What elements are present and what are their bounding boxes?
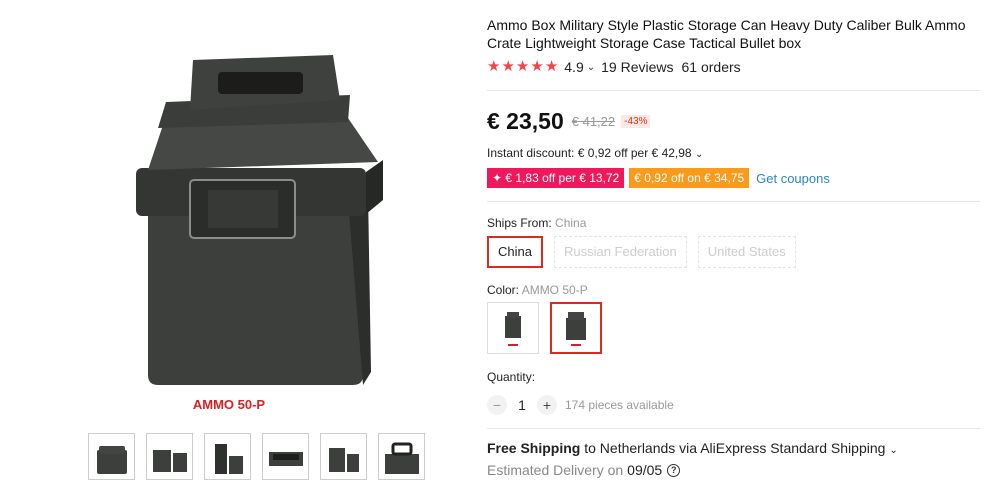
orders-count: 61 orders bbox=[681, 59, 741, 75]
thumbnail[interactable] bbox=[204, 433, 251, 480]
ships-from-option-us[interactable]: United States bbox=[697, 236, 796, 268]
color-options bbox=[487, 302, 602, 354]
color-label: Color: AMMO 50-P bbox=[487, 283, 588, 297]
thumbnail[interactable] bbox=[146, 433, 193, 480]
color-value: AMMO 50-P bbox=[521, 283, 588, 297]
original-price: € 41,22 bbox=[571, 114, 616, 129]
image-gallery: AMMO 50-P bbox=[0, 0, 470, 492]
ships-from-option-russia[interactable]: Russian Federation bbox=[553, 236, 687, 268]
current-price: € 23,50 bbox=[487, 108, 564, 134]
ships-from-option-china[interactable]: China bbox=[487, 236, 543, 268]
coupons-row: ✦ € 1,83 off per € 13,72 € 0,92 off on €… bbox=[487, 168, 830, 188]
thumbnail-strip bbox=[88, 433, 425, 480]
instant-discount[interactable]: Instant discount: € 0,92 off per € 42,98… bbox=[487, 146, 703, 160]
instant-discount-text: Instant discount: € 0,92 off per € 42,98 bbox=[487, 146, 692, 160]
reviews-link[interactable]: 19 Reviews bbox=[601, 59, 673, 75]
color-option-selected[interactable] bbox=[550, 302, 602, 354]
quantity-available: 174 pieces available bbox=[565, 398, 674, 412]
estimated-delivery: Estimated Delivery on 09/05 ? bbox=[487, 462, 681, 478]
color-title: Color: bbox=[487, 283, 520, 297]
coupon-badge[interactable]: ✦ € 1,83 off per € 13,72 bbox=[487, 168, 625, 188]
image-caption: AMMO 50-P bbox=[193, 397, 266, 412]
thumbnail[interactable] bbox=[320, 433, 367, 480]
rating-row: ★ ★ ★ ★ ★ 4.9 ⌄ 19 Reviews 61 orders bbox=[487, 59, 741, 76]
star-icon: ★ bbox=[501, 58, 515, 75]
ammo-box-image: AMMO 50-P bbox=[136, 55, 383, 412]
estimated-delivery-date: 09/05 bbox=[627, 462, 663, 478]
divider bbox=[487, 201, 980, 202]
chevron-down-icon: ⌄ bbox=[889, 445, 898, 456]
main-product-image[interactable]: AMMO 50-P bbox=[78, 0, 448, 425]
ships-from-title: Ships From: bbox=[487, 216, 552, 230]
ships-from-options: China Russian Federation United States bbox=[487, 236, 796, 268]
ships-from-value: China bbox=[555, 216, 587, 230]
thumbnail[interactable] bbox=[378, 433, 425, 480]
coupon-badge[interactable]: € 0,92 off on € 34,75 bbox=[629, 168, 750, 188]
shipping-destination: to Netherlands via AliExpress Standard S… bbox=[580, 440, 886, 456]
chevron-down-icon: ⌄ bbox=[694, 149, 704, 160]
star-icon: ★ bbox=[530, 58, 544, 75]
star-icon: ★ bbox=[487, 58, 501, 75]
rating-stars: ★ ★ ★ ★ ★ bbox=[487, 59, 558, 75]
divider bbox=[487, 90, 980, 91]
ships-from-label: Ships From: China bbox=[487, 216, 586, 230]
quantity-decrease-button[interactable]: − bbox=[487, 395, 507, 415]
thumbnail[interactable] bbox=[88, 433, 135, 480]
quantity-increase-button[interactable]: + bbox=[537, 395, 557, 415]
price-row: € 23,50 € 41,22 -43% bbox=[487, 108, 651, 135]
chevron-down-icon[interactable]: ⌄ bbox=[587, 62, 595, 73]
color-option[interactable] bbox=[487, 302, 539, 354]
get-coupons-link[interactable]: Get coupons bbox=[756, 171, 830, 186]
quantity-stepper: − 1 + 174 pieces available bbox=[487, 395, 674, 415]
shipping-info[interactable]: Free Shipping to Netherlands via AliExpr… bbox=[487, 440, 898, 456]
estimated-delivery-label: Estimated Delivery on bbox=[487, 462, 624, 478]
product-title: Ammo Box Military Style Plastic Storage … bbox=[487, 17, 966, 51]
free-shipping-label: Free Shipping bbox=[487, 440, 581, 456]
star-icon: ★ bbox=[515, 58, 530, 75]
divider bbox=[487, 428, 980, 429]
help-icon[interactable]: ? bbox=[667, 463, 681, 477]
rating-value[interactable]: 4.9 bbox=[564, 59, 583, 75]
discount-badge: -43% bbox=[621, 115, 651, 128]
thumbnail[interactable] bbox=[262, 433, 309, 480]
quantity-label: Quantity: bbox=[487, 370, 536, 384]
quantity-input[interactable]: 1 bbox=[507, 397, 537, 413]
star-icon: ★ bbox=[544, 58, 559, 75]
